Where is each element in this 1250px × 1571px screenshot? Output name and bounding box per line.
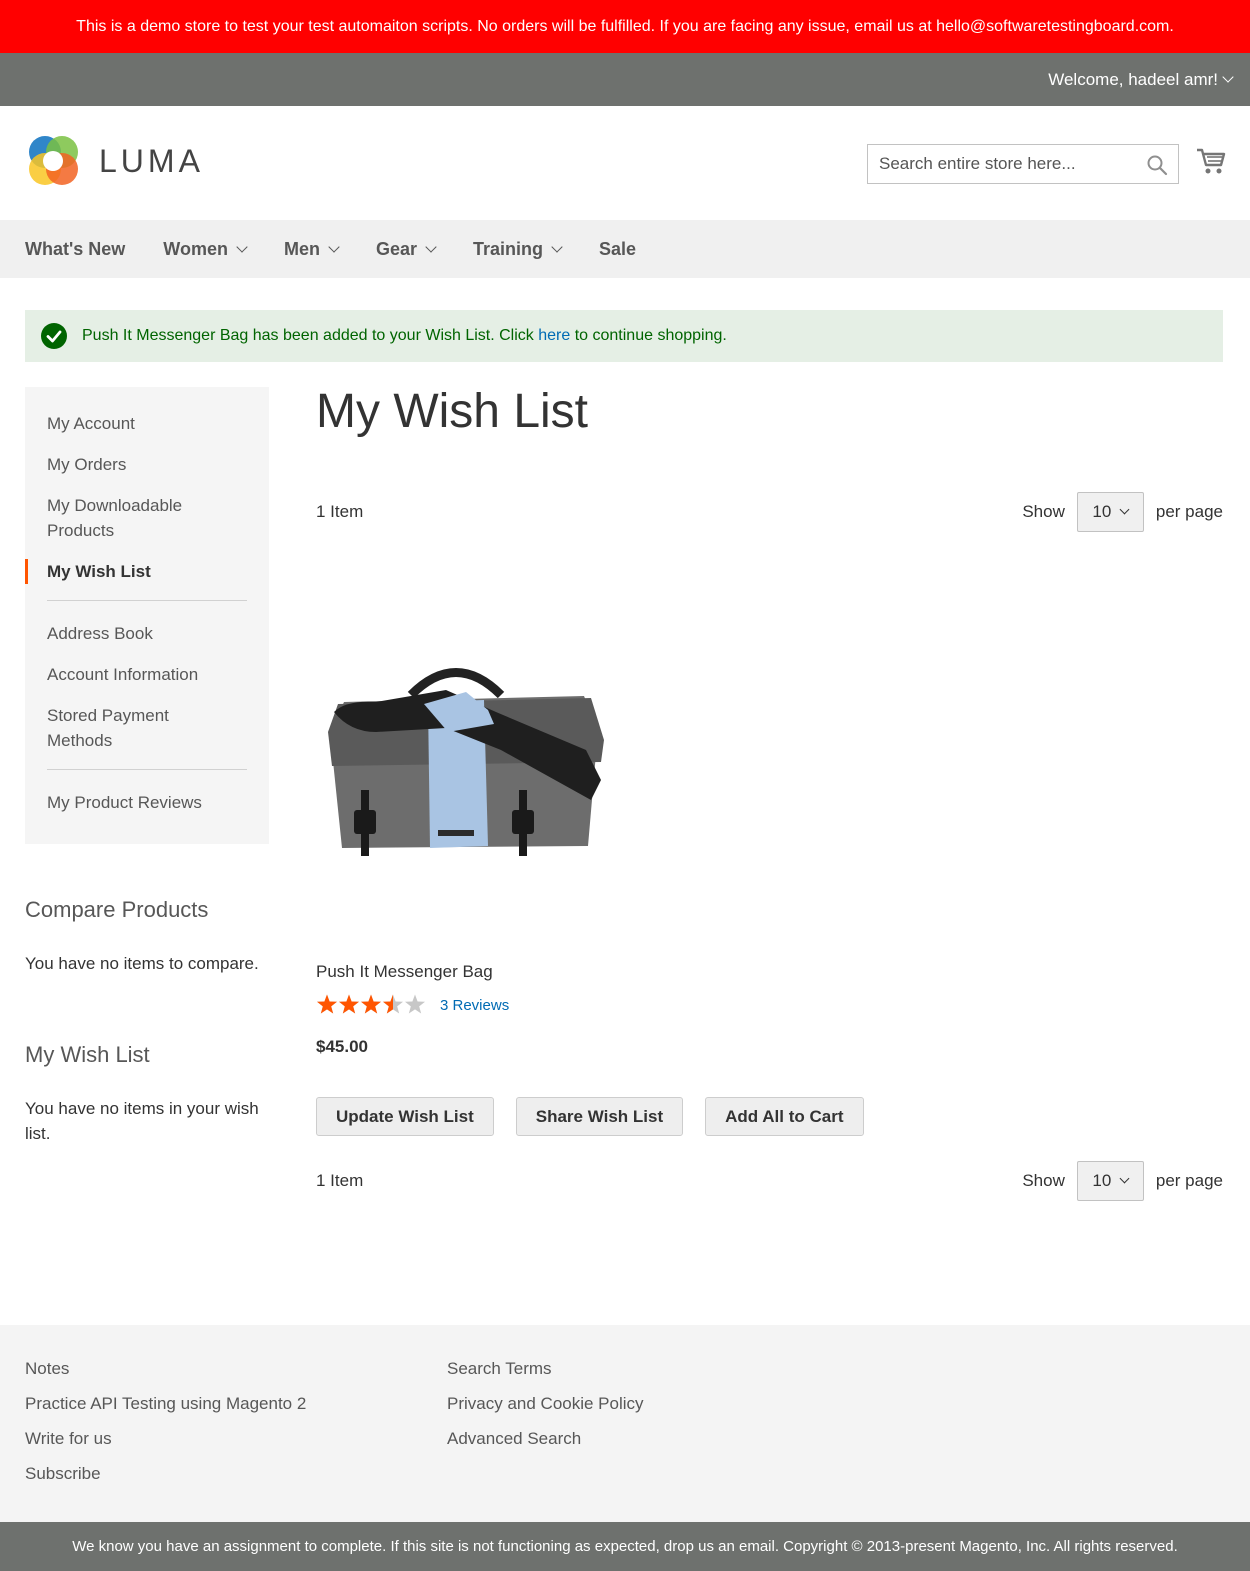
welcome-text: Welcome, hadeel amr! <box>1048 69 1218 89</box>
product-image[interactable] <box>316 620 606 880</box>
limiter-show-label: Show <box>1022 502 1065 521</box>
footer-links-col-1: Notes Practice API Testing using Magento… <box>25 1351 306 1491</box>
top-bar: Welcome, hadeel amr! <box>0 53 1250 106</box>
compare-products-title: Compare Products <box>25 897 209 922</box>
sidebar-item-stored-payment-methods[interactable]: Stored Payment Methods <box>25 703 205 753</box>
main-navigation: What's New Women Men Gear Training Sale <box>0 220 1250 278</box>
sidebar-item-my-wish-list: My Wish List <box>25 559 269 584</box>
check-circle-icon <box>41 323 67 349</box>
copyright-bar: We know you have an assignment to comple… <box>0 1522 1250 1571</box>
chevron-down-icon <box>1119 504 1130 515</box>
item-count: 1 Item <box>316 502 364 521</box>
sidebar-item-address-book[interactable]: Address Book <box>25 621 269 646</box>
chevron-down-icon <box>425 240 437 253</box>
wishlist-block-empty-text: You have no items in your wish list. <box>25 1099 259 1143</box>
product-rating: 3 Reviews <box>316 994 509 1016</box>
sidebar-item-my-orders[interactable]: My Orders <box>25 452 269 477</box>
nav-item-label: Sale <box>599 238 637 259</box>
footer-links-col-2: Search Terms Privacy and Cookie Policy A… <box>447 1351 644 1456</box>
page-footer: Notes Practice API Testing using Magento… <box>0 1325 1250 1522</box>
search-icon[interactable] <box>1146 154 1168 176</box>
chevron-down-icon <box>328 240 340 253</box>
nav-item-training[interactable]: Training <box>473 238 563 260</box>
wishlist-actions: Update Wish List Share Wish List Add All… <box>316 1097 864 1136</box>
chevron-down-icon <box>551 240 563 253</box>
footer-link-search-terms[interactable]: Search Terms <box>447 1351 644 1386</box>
continue-shopping-link[interactable]: here <box>538 327 570 344</box>
footer-link-notes[interactable]: Notes <box>25 1351 306 1386</box>
shopping-cart-icon[interactable] <box>1196 146 1226 176</box>
search-input[interactable] <box>879 154 1139 174</box>
compare-products-empty-text: You have no items to compare. <box>25 954 259 973</box>
add-all-to-cart-button[interactable]: Add All to Cart <box>705 1097 864 1136</box>
nav-item-women[interactable]: Women <box>163 238 248 260</box>
star-filled-icon <box>361 994 381 1014</box>
limiter-select[interactable]: 10 <box>1076 492 1144 532</box>
nav-item-label: Men <box>283 238 320 259</box>
customer-welcome-menu[interactable]: Welcome, hadeel amr! <box>1048 53 1234 106</box>
copyright-text: We know you have an assignment to comple… <box>72 1538 1178 1555</box>
limiter-value: 10 <box>1092 1171 1112 1190</box>
update-wish-list-button[interactable]: Update Wish List <box>316 1097 494 1136</box>
sidebar-item-my-account[interactable]: My Account <box>25 411 269 436</box>
sidebar-divider <box>47 769 247 770</box>
limiter-select[interactable]: 10 <box>1076 1161 1144 1201</box>
footer-link-subscribe[interactable]: Subscribe <box>25 1456 306 1491</box>
nav-item-label: Training <box>473 238 544 259</box>
product-price: $45.00 <box>316 1037 368 1056</box>
wishlist-block-title: My Wish List <box>25 1042 150 1067</box>
star-filled-icon <box>339 994 359 1014</box>
footer-link-privacy-policy[interactable]: Privacy and Cookie Policy <box>447 1386 644 1421</box>
demo-banner-text: This is a demo store to test your test a… <box>76 17 1174 35</box>
product-reviews-link[interactable]: 3 Reviews <box>440 997 509 1014</box>
footer-link-write-for-us[interactable]: Write for us <box>25 1421 306 1456</box>
sidebar-item-account-information[interactable]: Account Information <box>25 662 269 687</box>
nav-item-label: What's New <box>25 238 126 259</box>
page-header: LUMA <box>0 106 1250 220</box>
product-name-link[interactable]: Push It Messenger Bag <box>316 962 493 982</box>
limiter-per-page-label: per page <box>1155 502 1223 521</box>
sidebar-item-my-downloadable-products[interactable]: My Downloadable Products <box>25 493 215 543</box>
luma-logo[interactable]: LUMA <box>25 133 204 189</box>
sidebar-item-my-product-reviews[interactable]: My Product Reviews <box>25 790 269 815</box>
logo-text: LUMA <box>99 142 204 179</box>
nav-item-label: Women <box>163 238 228 259</box>
limiter: Show 10 per page <box>1022 492 1223 532</box>
nav-item-whats-new[interactable]: What's New <box>25 239 125 260</box>
nav-item-label: Gear <box>375 238 417 259</box>
wishlist-toolbar-top: 1 Item Show 10 per page <box>316 492 1223 532</box>
chevron-down-icon <box>1119 1173 1130 1184</box>
footer-link-practice-api[interactable]: Practice API Testing using Magento 2 <box>25 1386 306 1421</box>
footer-link-advanced-search[interactable]: Advanced Search <box>447 1421 644 1456</box>
demo-store-banner: This is a demo store to test your test a… <box>0 0 1250 53</box>
nav-item-gear[interactable]: Gear <box>375 238 437 260</box>
nav-item-men[interactable]: Men <box>283 238 340 260</box>
sidebar-divider <box>47 600 247 601</box>
success-message-text: Push It Messenger Bag has been added to … <box>82 327 727 344</box>
limiter-show-label: Show <box>1022 1171 1065 1190</box>
page-title: My Wish List <box>316 385 589 438</box>
nav-item-sale[interactable]: Sale <box>599 239 636 260</box>
limiter-per-page-label: per page <box>1155 1171 1223 1190</box>
success-message: Push It Messenger Bag has been added to … <box>25 310 1223 362</box>
account-sidebar: My Account My Orders My Downloadable Pro… <box>25 387 269 844</box>
wishlist-toolbar-bottom: 1 Item Show 10 per page <box>316 1161 1223 1201</box>
share-wish-list-button[interactable]: Share Wish List <box>515 1097 684 1136</box>
chevron-down-icon <box>1222 71 1234 83</box>
limiter: Show 10 per page <box>1022 1161 1223 1201</box>
search-box <box>867 144 1179 184</box>
star-filled-icon <box>317 994 337 1014</box>
star-empty-icon <box>405 994 425 1014</box>
chevron-down-icon <box>236 240 248 253</box>
luma-logo-icon <box>29 136 78 185</box>
item-count: 1 Item <box>316 1171 364 1190</box>
limiter-value: 10 <box>1092 502 1112 521</box>
rating-stars <box>317 994 425 1014</box>
